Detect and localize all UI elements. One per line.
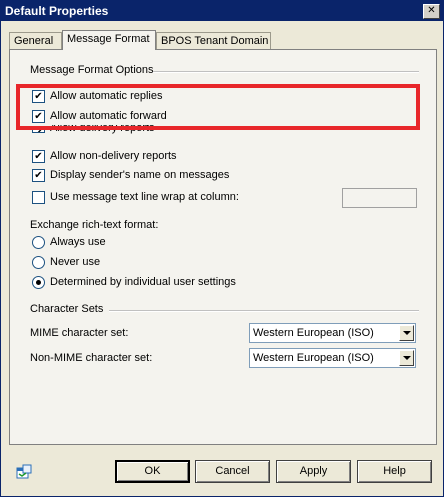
mime-charset-label: MIME character set:	[30, 327, 129, 339]
group-divider	[153, 71, 419, 73]
allow-automatic-forward-checkbox[interactable]	[32, 110, 45, 123]
title-bar: Default Properties ✕	[1, 1, 443, 21]
non-mime-charset-select[interactable]: Western European (ISO)	[249, 348, 416, 368]
determined-by-user-label: Determined by individual user settings	[50, 276, 236, 288]
ok-button[interactable]: OK	[115, 460, 190, 483]
rich-text-format-label: Exchange rich-text format:	[30, 219, 159, 231]
determined-by-user-radio[interactable]	[32, 276, 45, 289]
tab-general[interactable]: General	[9, 32, 62, 49]
message-format-options-label: Message Format Options	[30, 64, 154, 76]
mime-charset-value: Western European (ISO)	[253, 327, 374, 339]
allow-non-delivery-reports-label: Allow non-delivery reports	[50, 150, 177, 162]
chevron-down-icon[interactable]	[399, 350, 414, 366]
allow-non-delivery-reports-checkbox[interactable]	[32, 150, 45, 163]
character-sets-label: Character Sets	[30, 303, 104, 315]
non-mime-charset-value: Western European (ISO)	[253, 352, 374, 364]
help-button[interactable]: Help	[357, 460, 432, 483]
chevron-down-icon[interactable]	[399, 325, 414, 341]
always-use-radio[interactable]	[32, 236, 45, 249]
wrap-column-input[interactable]	[342, 188, 417, 208]
never-use-label: Never use	[50, 256, 101, 268]
always-use-label: Always use	[50, 236, 106, 248]
allow-automatic-forward-label: Allow automatic forward	[50, 110, 167, 122]
close-icon[interactable]: ✕	[423, 4, 440, 19]
property-sheet-icon[interactable]	[16, 464, 32, 480]
never-use-radio[interactable]	[32, 256, 45, 269]
line-wrap-checkbox[interactable]	[32, 191, 45, 204]
line-wrap-label: Use message text line wrap at column:	[50, 191, 239, 203]
tab-message-format[interactable]: Message Format	[62, 30, 156, 50]
non-mime-charset-label: Non-MIME character set:	[30, 352, 153, 364]
apply-button[interactable]: Apply	[276, 460, 351, 483]
allow-automatic-replies-label: Allow automatic replies	[50, 90, 163, 102]
mime-charset-select[interactable]: Western European (ISO)	[249, 323, 416, 343]
window-title: Default Properties	[5, 4, 109, 18]
display-sender-name-checkbox[interactable]	[32, 169, 45, 182]
allow-automatic-replies-checkbox[interactable]	[32, 90, 45, 103]
allow-delivery-reports-checkbox[interactable]	[32, 127, 45, 133]
allow-delivery-reports-label: Allow delivery reports	[50, 125, 155, 134]
group-divider	[109, 310, 419, 312]
properties-dialog: Default Properties ✕ General Message For…	[0, 0, 444, 497]
cancel-button[interactable]: Cancel	[195, 460, 270, 483]
display-sender-name-label: Display sender's name on messages	[50, 169, 230, 181]
tab-bpos-tenant-domain[interactable]: BPOS Tenant Domain	[156, 32, 271, 49]
